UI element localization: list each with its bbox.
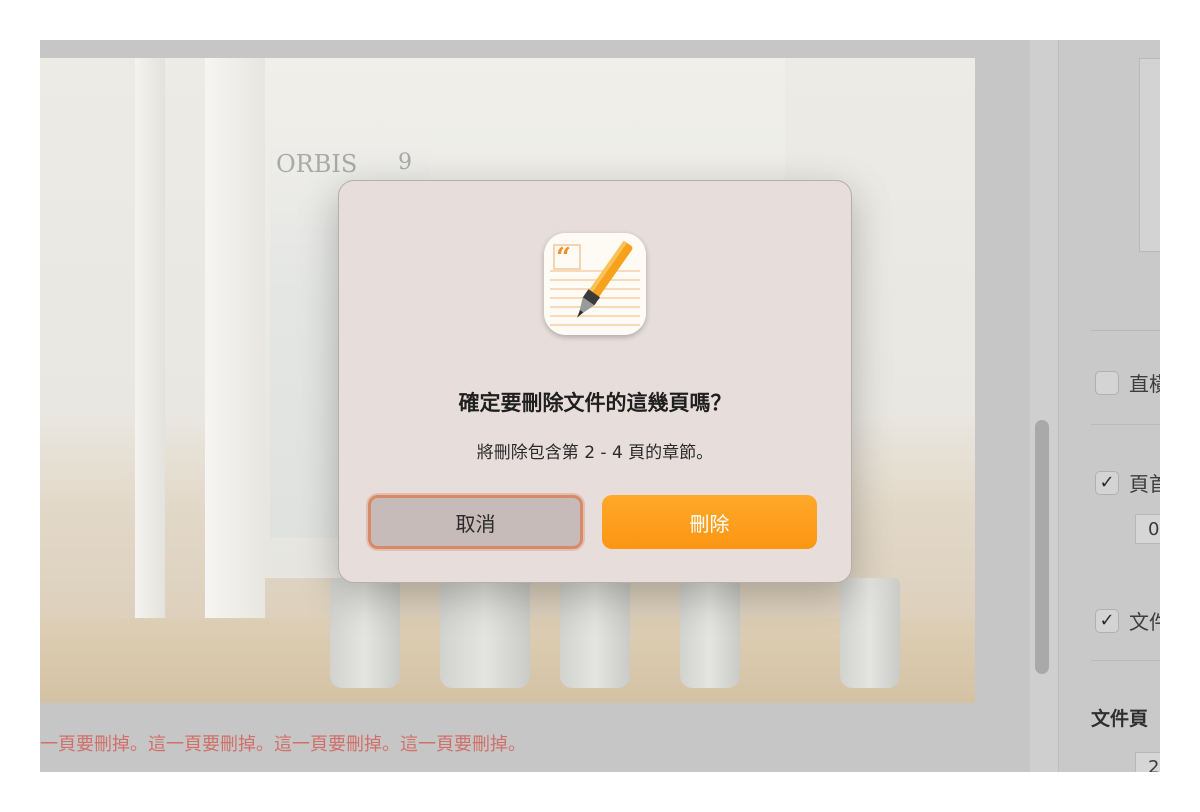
svg-text:“: “ (556, 243, 571, 273)
checkmark-icon[interactable]: ✓ (1095, 608, 1119, 633)
format-sidebar: 直橫 ✓ 頁首 0 ✓ 文件 文件頁 2 (1059, 40, 1160, 772)
document-body-text[interactable]: 一頁要刪掉。這一頁要刪掉。這一頁要刪掉。這一頁要刪掉。 (40, 730, 526, 756)
section-label: 文件頁 (1091, 708, 1149, 730)
photo-number-text: 9 (398, 150, 412, 175)
checkbox-3-label: 文件 (1129, 610, 1160, 634)
header-value-field[interactable]: 0 (1135, 514, 1160, 544)
checkbox-1-label: 直橫 (1129, 372, 1160, 396)
sidebar-checkbox-row-2[interactable]: ✓ 頁首 (1095, 468, 1160, 497)
checkbox-2-label: 頁首 (1129, 472, 1160, 496)
checkmark-icon[interactable]: ✓ (1095, 470, 1119, 495)
cancel-button[interactable]: 取消 (368, 495, 583, 549)
photo-brand-text: ORBIS (276, 150, 358, 178)
pages-app-icon: “ (544, 233, 646, 335)
delete-pages-dialog: “ 確定要刪除文件的這幾頁嗎？ 將刪除包含第 2 - 4 頁的章節。 取消 刪除 (338, 180, 852, 583)
delete-button[interactable]: 刪除 (602, 495, 817, 549)
dialog-title: 確定要刪除文件的這幾頁嗎？ (458, 391, 732, 415)
page-value-field[interactable]: 2 (1135, 752, 1160, 772)
checkbox-1[interactable] (1095, 370, 1119, 395)
sidebar-checkbox-row-1[interactable]: 直橫 (1095, 368, 1160, 397)
dialog-message: 將刪除包含第 2 - 4 頁的章節。 (476, 443, 714, 463)
vertical-scrollbar[interactable] (1035, 420, 1049, 674)
sidebar-checkbox-row-3[interactable]: ✓ 文件 (1095, 606, 1160, 635)
template-preview (1139, 58, 1160, 252)
